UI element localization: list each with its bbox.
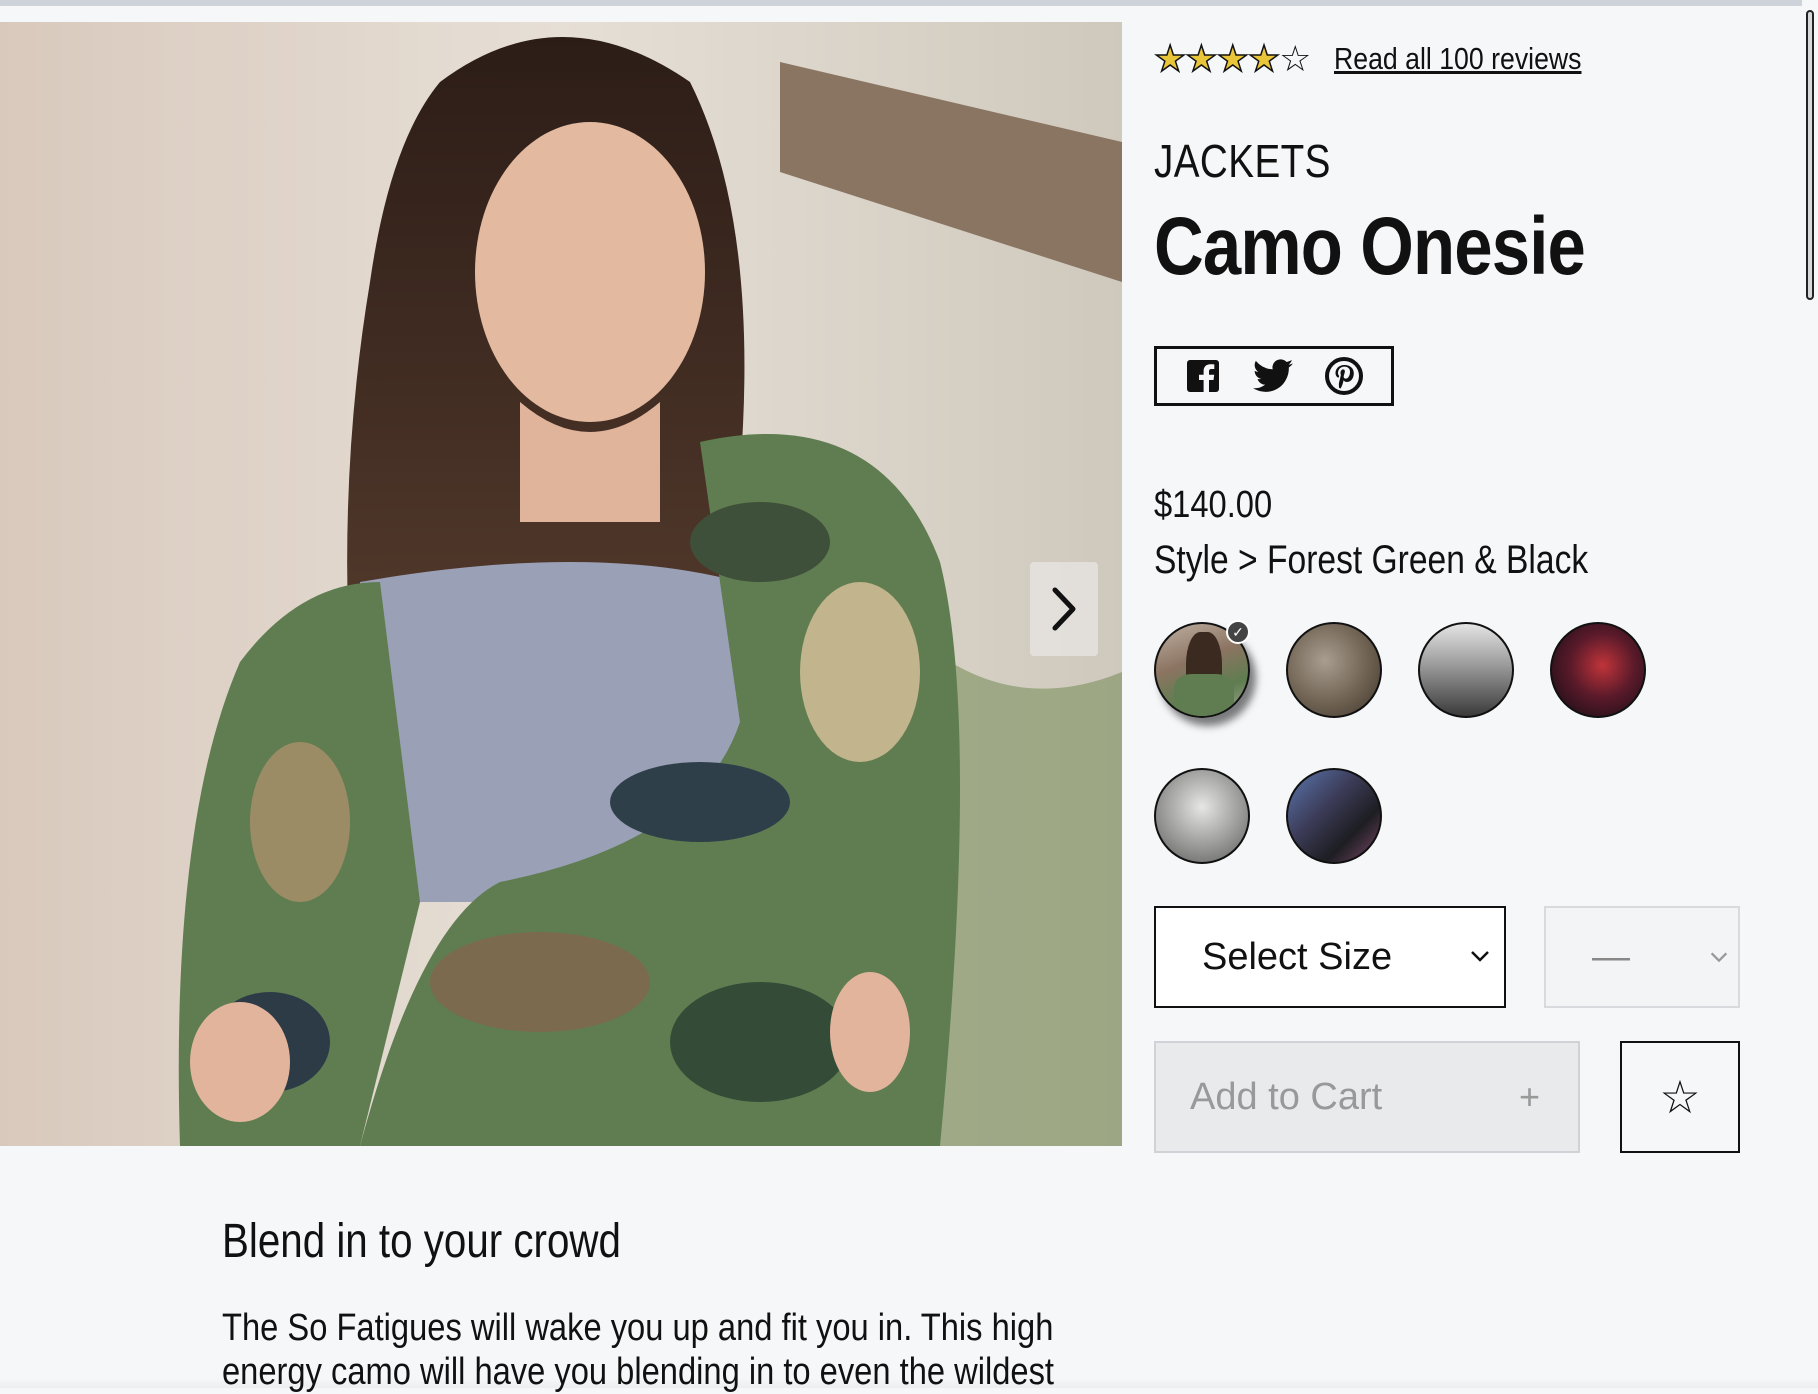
style-swatch-4[interactable] [1550,622,1646,718]
twitter-icon[interactable] [1253,359,1293,393]
chevron-right-icon [1052,587,1076,631]
selected-style: Style > Forest Green & Black [1154,538,1588,583]
bottom-fade [0,1378,1818,1388]
next-image-button[interactable] [1030,562,1098,656]
star-icon: ★ [1185,37,1219,80]
favorite-button[interactable]: ☆ [1620,1041,1740,1153]
product-title: Camo Onesie [1154,201,1586,292]
size-select[interactable]: Select Size [1154,906,1506,1008]
star-icon: ★ [1153,37,1187,80]
share-buttons [1154,346,1394,406]
add-to-cart-label: Add to Cart [1190,1075,1383,1118]
facebook-icon[interactable] [1185,358,1221,394]
star-outline-icon: ☆ [1659,1071,1701,1123]
scrollbar-thumb[interactable] [1806,10,1814,300]
plus-icon: + [1518,1076,1540,1117]
top-border [0,0,1818,6]
star-icon: ★ [1216,37,1250,80]
quantity-select[interactable]: — [1544,906,1740,1008]
star-icon: ★ [1247,37,1281,80]
style-swatch-5[interactable] [1154,768,1250,864]
add-to-cart-button[interactable]: Add to Cart + [1154,1041,1580,1153]
star-rating: ★ ★ ★ ★ ☆ [1153,37,1311,80]
main-product-image [0,22,1122,1146]
pinterest-icon[interactable] [1325,357,1363,395]
product-category: JACKETS [1154,135,1331,187]
size-select-label: Select Size [1202,935,1393,978]
page-scrollbar[interactable] [1802,0,1818,1388]
style-name: Forest Green & Black [1266,538,1589,582]
product-photo [0,22,1122,1146]
style-swatch-2[interactable] [1286,622,1382,718]
read-reviews-link[interactable]: Read all 100 reviews [1334,41,1581,77]
quantity-select-label: — [1592,935,1630,978]
product-price: $140.00 [1154,484,1273,526]
chevron-down-icon [1471,951,1489,962]
star-empty-icon: ☆ [1279,38,1311,79]
style-prefix: Style > [1154,538,1267,582]
chevron-down-icon [1710,952,1728,963]
selected-check-icon: ✓ [1226,620,1250,644]
style-swatch-3[interactable] [1418,622,1514,718]
description-heading: Blend in to your crowd [222,1215,621,1268]
style-swatch-6[interactable] [1286,768,1382,864]
rating-row: ★ ★ ★ ★ ☆ Read all 100 reviews [1153,37,1622,80]
